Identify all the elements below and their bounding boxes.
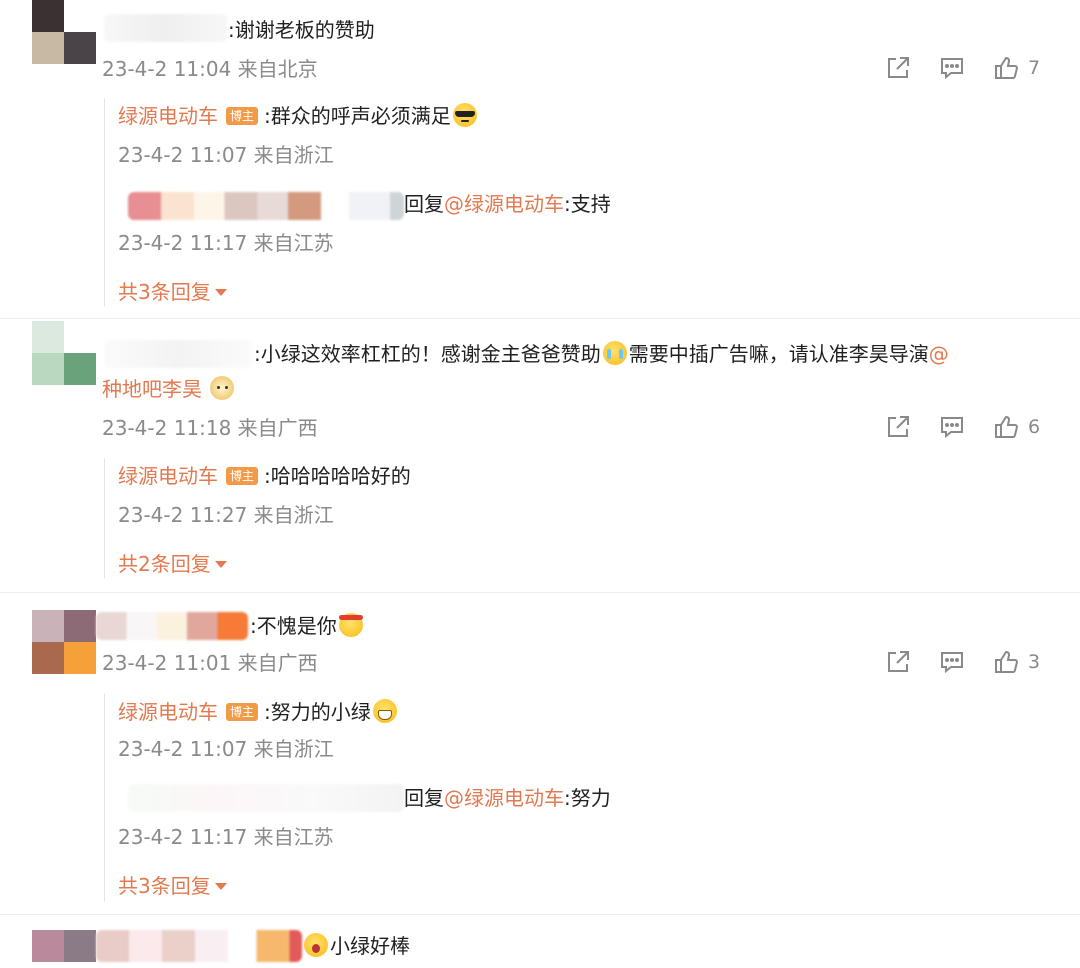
more-replies-link[interactable]: 共3条回复 — [118, 873, 227, 899]
mention-link[interactable]: 种地吧李昊 — [102, 377, 202, 401]
comment-divider — [0, 318, 1080, 319]
author-badge: 博主 — [226, 703, 259, 721]
more-replies-link[interactable]: 共2条回复 — [118, 551, 227, 577]
comment-meta: 23-4-2 11:01 来自广西 — [102, 651, 318, 675]
avatar[interactable] — [32, 930, 96, 968]
reply-meta: 23-4-2 11:07 来自浙江 — [118, 737, 334, 761]
like-icon[interactable] — [992, 413, 1020, 441]
blurred-username[interactable] — [96, 930, 302, 962]
like-count: 3 — [1028, 651, 1041, 673]
like-icon[interactable] — [992, 648, 1020, 676]
reply-meta: 23-4-2 11:17 来自江苏 — [118, 231, 334, 255]
comment-text: :不愧是你 — [250, 612, 365, 640]
share-icon[interactable] — [884, 413, 912, 441]
like-icon[interactable] — [992, 54, 1020, 82]
share-icon[interactable] — [884, 54, 912, 82]
mention-link[interactable]: @绿源电动车 — [444, 786, 564, 810]
blurred-username[interactable] — [128, 192, 404, 220]
shouting-emoji-icon — [304, 933, 328, 957]
comment-icon[interactable] — [938, 413, 966, 441]
reply-thread-line — [104, 98, 105, 306]
reply-meta: 23-4-2 11:27 来自浙江 — [118, 503, 334, 527]
reply-author[interactable]: 绿源电动车 — [118, 464, 218, 488]
author-badge: 博主 — [226, 467, 259, 485]
reply-thread-line — [104, 694, 105, 902]
blurred-username[interactable] — [104, 340, 252, 368]
grinning-emoji-icon — [372, 699, 397, 723]
comment-divider — [0, 914, 1080, 915]
sunglasses-emoji-icon — [452, 103, 477, 127]
avatar[interactable] — [32, 0, 96, 64]
author-badge: 博主 — [226, 107, 259, 125]
comment-meta: 23-4-2 11:18 来自广西 — [102, 416, 318, 440]
reply-text: 回复@绿源电动车:支持 — [404, 192, 611, 216]
like-count: 6 — [1028, 416, 1041, 438]
comment-text: :小绿这效率杠杠的！感谢金主爸爸赞助 需要中插广告嘛，请认准李昊导演@ — [254, 341, 949, 366]
reply-text: 回复@绿源电动车:努力 — [404, 786, 611, 810]
comment-divider — [0, 592, 1080, 593]
expand-caret-icon — [214, 561, 227, 568]
crying-emoji-icon — [602, 341, 627, 365]
avatar[interactable] — [32, 610, 96, 674]
comment-text: :谢谢老板的赞助 — [228, 18, 375, 42]
share-icon[interactable] — [884, 648, 912, 676]
fist-emoji-icon — [338, 613, 363, 637]
expand-caret-icon — [214, 883, 227, 890]
comment-text: 小绿好棒 — [302, 932, 410, 960]
reply-author[interactable]: 绿源电动车 — [118, 104, 218, 128]
reply-text: 绿源电动车 博主:群众的呼声必须满足 — [118, 102, 479, 130]
mention-link[interactable]: @绿源电动车 — [444, 192, 564, 216]
blurred-username[interactable] — [96, 612, 248, 640]
blurred-username[interactable] — [128, 784, 404, 812]
like-count: 7 — [1028, 57, 1041, 79]
comment-icon[interactable] — [938, 54, 966, 82]
reply-thread-line — [104, 458, 105, 578]
doge-emoji-icon — [210, 376, 234, 400]
expand-caret-icon — [214, 289, 227, 296]
comment-icon[interactable] — [938, 648, 966, 676]
reply-meta: 23-4-2 11:07 来自浙江 — [118, 143, 334, 167]
avatar[interactable] — [32, 321, 96, 385]
mention-link[interactable]: @ — [929, 342, 949, 366]
blurred-username[interactable] — [104, 14, 228, 42]
reply-text: 绿源电动车 博主:努力的小绿 — [118, 698, 399, 726]
reply-author[interactable]: 绿源电动车 — [118, 700, 218, 724]
more-replies-link[interactable]: 共3条回复 — [118, 279, 227, 305]
comment-meta: 23-4-2 11:04 来自北京 — [102, 57, 318, 81]
reply-meta: 23-4-2 11:17 来自江苏 — [118, 825, 334, 849]
reply-text: 绿源电动车 博主:哈哈哈哈哈好的 — [118, 464, 411, 488]
comment-text-continued: 种地吧李昊 — [102, 375, 236, 403]
